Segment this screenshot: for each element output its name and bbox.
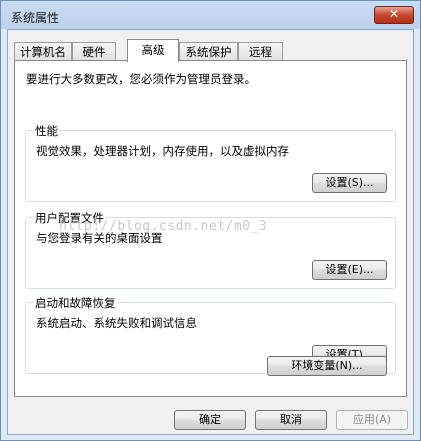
environment-variables-button[interactable]: 环境变量(N)... [267, 356, 387, 376]
ok-button[interactable]: 确定 [174, 410, 246, 430]
tab-computer-name[interactable]: 计算机名 [14, 42, 72, 60]
user-profiles-group: 用户配置文件 与您登录有关的桌面设置 设置(E)... [25, 210, 396, 289]
window-title: 系统属性 [11, 11, 60, 25]
close-icon: ✕ [388, 7, 400, 21]
title-bar[interactable]: 系统属性 ✕ [1, 1, 420, 29]
dialog-client-area: 计算机名 硬件 高级 系统保护 远程 要进行大多数更改，您必须作为管理员登录。 … [7, 29, 414, 435]
apply-button[interactable]: 应用(A) [336, 410, 408, 430]
close-button[interactable]: ✕ [374, 6, 414, 24]
tab-advanced[interactable]: 高级 [127, 39, 179, 62]
user-profiles-desc: 与您登录有关的桌面设置 [36, 231, 163, 245]
tab-system-protection[interactable]: 系统保护 [179, 42, 238, 60]
startup-recovery-title: 启动和故障恢复 [33, 295, 118, 311]
cancel-button[interactable]: 取消 [255, 410, 327, 430]
tab-remote[interactable]: 远程 [238, 42, 283, 60]
user-profiles-settings-button[interactable]: 设置(E)... [312, 260, 387, 280]
advanced-tab-panel: 要进行大多数更改，您必须作为管理员登录。 性能 视觉效果，处理器计划，内存使用，… [14, 60, 407, 397]
user-profiles-title: 用户配置文件 [33, 210, 106, 226]
startup-recovery-desc: 系统启动、系统失败和调试信息 [36, 316, 197, 330]
admin-notice: 要进行大多数更改，您必须作为管理员登录。 [26, 72, 256, 86]
performance-title: 性能 [33, 123, 60, 139]
tab-hardware[interactable]: 硬件 [72, 42, 116, 60]
performance-desc: 视觉效果，处理器计划，内存使用，以及虚拟内存 [36, 144, 289, 158]
performance-group: 性能 视觉效果，处理器计划，内存使用，以及虚拟内存 设置(S)... [25, 123, 396, 202]
performance-settings-button[interactable]: 设置(S)... [312, 173, 387, 193]
system-properties-window: 系统属性 ✕ 计算机名 硬件 高级 系统保护 远程 要进行大多数更改，您必须作为… [0, 0, 421, 441]
